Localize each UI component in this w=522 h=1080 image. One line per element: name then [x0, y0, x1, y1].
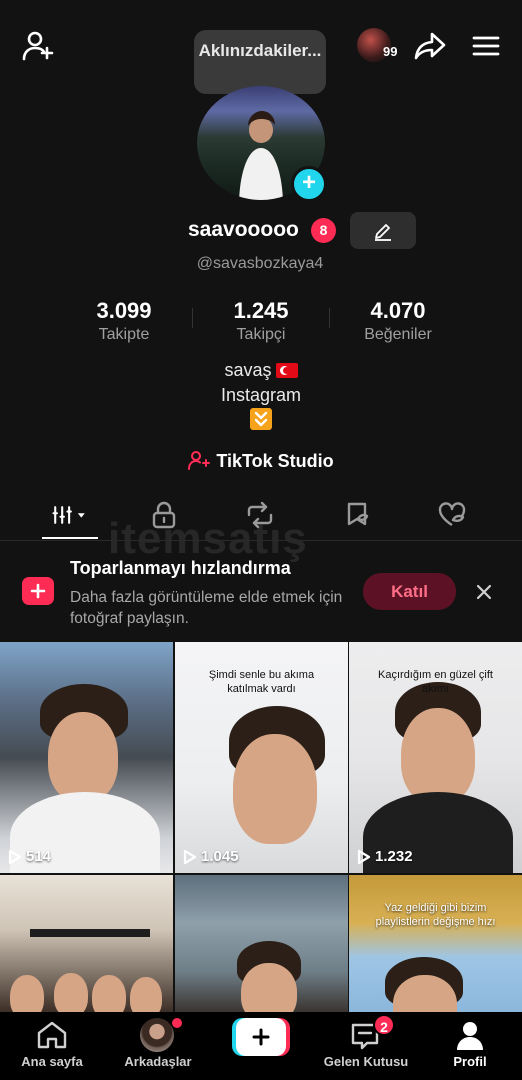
bio-name: savaş: [224, 360, 272, 380]
active-tab-indicator: [42, 537, 98, 539]
turkey-flag-icon: [275, 363, 298, 378]
add-story-button[interactable]: +: [291, 166, 327, 202]
face-shape: [401, 708, 475, 804]
followers-count: 1.245: [233, 298, 289, 323]
promo-text: Daha fazla görüntüleme elde etmek için f…: [70, 589, 343, 627]
face-shape: [48, 712, 118, 802]
notification-badge: 8: [311, 218, 336, 243]
story-count: 99: [383, 44, 398, 59]
edit-profile-button[interactable]: [350, 212, 416, 249]
view-count: 1.045: [183, 848, 239, 865]
tab-liked[interactable]: [432, 498, 472, 532]
play-icon: [183, 849, 197, 864]
pencil-icon: [375, 223, 391, 241]
nav-friends[interactable]: Arkadaşlar: [112, 1012, 204, 1080]
grid-icon: [52, 506, 85, 524]
view-count-text: 1.232: [375, 848, 413, 865]
bio-line-2: Instagram: [220, 385, 302, 405]
nav-profile-label: Profil: [453, 1054, 487, 1069]
tabs-divider: [0, 540, 522, 541]
share-button[interactable]: [410, 26, 450, 66]
video-tile[interactable]: Yaz geldiği gibi bizim playlistlerin değ…: [349, 875, 522, 1012]
face-shape: [233, 734, 317, 844]
inbox-badge: 2: [373, 1014, 395, 1036]
heart-hidden-icon: [438, 502, 466, 527]
join-button[interactable]: Katıl: [363, 573, 456, 610]
plus-icon: [252, 1028, 270, 1046]
user-handle: @savasbozkaya4: [0, 255, 522, 273]
bottom-nav: Ana sayfa Arkadaşlar Gelen Kutusu Profil: [0, 1012, 522, 1080]
nav-home-label: Ana sayfa: [21, 1054, 83, 1069]
following-label: Takipte: [98, 326, 150, 343]
add-person-icon: [22, 31, 54, 61]
tiktok-studio-link[interactable]: TikTok Studio: [0, 450, 522, 472]
create-button[interactable]: [232, 1018, 290, 1056]
view-count-text: 514: [26, 848, 52, 865]
nav-inbox-label: Gelen Kutusu: [323, 1054, 409, 1069]
video-caption: Yaz geldiği gibi bizim playlistlerin değ…: [375, 902, 496, 928]
video-caption: Kaçırdığım en güzel çift akımı: [378, 669, 493, 695]
close-promo-button[interactable]: [470, 578, 498, 606]
tab-reposts[interactable]: [240, 498, 280, 532]
studio-person-icon: [188, 451, 211, 470]
bio-line-1: savaş: [0, 360, 522, 381]
thought-bubble[interactable]: Aklınızdakiler...: [194, 30, 326, 94]
face-shape: [92, 975, 126, 1012]
stat-following[interactable]: 3.099 Takipte: [54, 298, 194, 344]
username: saavooooo: [188, 218, 299, 241]
view-count-text: 1.045: [201, 848, 239, 865]
nav-inbox[interactable]: Gelen Kutusu: [316, 1012, 416, 1080]
double-down-arrow-icon: [250, 408, 272, 430]
video-tile[interactable]: [175, 875, 348, 1012]
close-icon: [476, 584, 492, 600]
create-bg: [236, 1018, 286, 1056]
video-tile[interactable]: Şimdi senle bu akıma katılmak vardı 1.04…: [175, 642, 348, 873]
face-shape: [130, 977, 162, 1012]
lock-icon: [152, 501, 176, 529]
nav-friends-label: Arkadaşlar: [124, 1054, 192, 1069]
tab-videos[interactable]: [50, 498, 90, 532]
followers-label: Takipçi: [236, 326, 286, 343]
face-shape: [54, 973, 88, 1012]
menu-button[interactable]: [466, 26, 506, 66]
nav-profile[interactable]: Profil: [434, 1012, 506, 1080]
stat-followers[interactable]: 1.245 Takipçi: [191, 298, 331, 344]
nav-home[interactable]: Ana sayfa: [10, 1012, 94, 1080]
video-tile[interactable]: Kaçırdığım en güzel çift akımı 1.232: [349, 642, 522, 873]
video-tile[interactable]: 514: [0, 642, 173, 873]
repost-icon: [247, 501, 273, 529]
friends-notification-dot: [172, 1018, 182, 1028]
home-icon: [37, 1021, 67, 1049]
tab-favorites[interactable]: [338, 498, 378, 532]
hamburger-icon: [472, 36, 500, 56]
video-caption: Şimdi senle bu akıma katılmak vardı: [208, 669, 315, 695]
following-count: 3.099: [96, 298, 152, 323]
friends-avatar: [140, 1018, 174, 1052]
profile-icon: [457, 1022, 483, 1050]
camera-plus-icon: [22, 577, 54, 605]
play-icon: [8, 849, 22, 864]
face-shape: [241, 963, 297, 1012]
studio-label: TikTok Studio: [216, 451, 334, 471]
share-icon: [414, 32, 446, 60]
likes-label: Beğeniler: [364, 326, 432, 343]
view-count: 514: [8, 848, 51, 865]
face-shape: [10, 975, 44, 1012]
likes-count: 4.070: [370, 298, 426, 323]
bookmark-hidden-icon: [347, 502, 369, 526]
promo-title: Toparlanmayı hızlandırma: [70, 558, 291, 578]
video-tile[interactable]: [0, 875, 173, 1012]
stat-likes[interactable]: 4.070 Beğeniler: [328, 298, 468, 344]
person-photo: [239, 111, 283, 200]
view-count: 1.232: [357, 848, 413, 865]
handle-text: @savasbozkaya4: [196, 255, 324, 272]
play-icon: [357, 849, 371, 864]
ceiling-light: [30, 929, 150, 937]
tab-private[interactable]: [144, 498, 184, 532]
add-friend-button[interactable]: [18, 26, 58, 66]
